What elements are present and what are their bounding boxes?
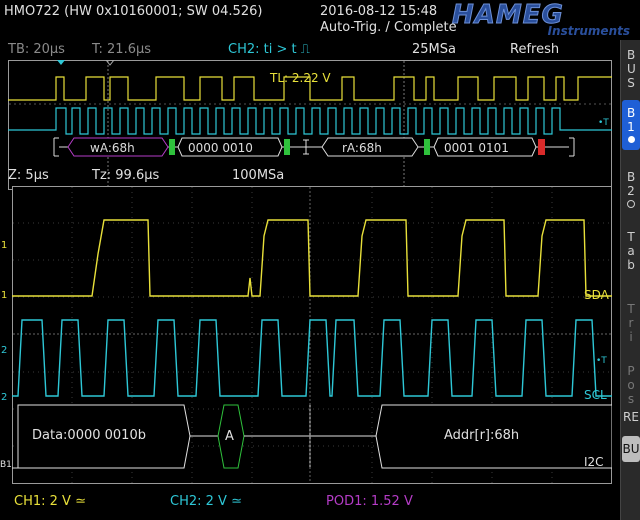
bus-data-frame-label: Data:0000 0010b: [32, 428, 146, 443]
softkey-b2-inactive-icon: [627, 200, 635, 208]
ch1-ground-marker[interactable]: 1: [1, 290, 7, 301]
softkey-bu[interactable]: BU: [622, 436, 640, 462]
ch2-scl-label: SCL: [584, 388, 607, 402]
zoom-sample-rate-readout: 100MSa: [232, 168, 285, 183]
softkey-bus[interactable]: B U S: [622, 48, 640, 90]
model-info: HMO722 (HW 0x10160001; SW 04.526): [4, 4, 263, 19]
logo-subtext: Instruments: [547, 24, 630, 38]
sample-rate-readout: 25MSa: [412, 42, 456, 57]
decode-ack-3: [424, 139, 430, 155]
bus-ack-frame-label: A: [225, 429, 234, 444]
softkey-b2-label: B 2: [627, 170, 636, 198]
softkey-trigger[interactable]: T r i: [622, 298, 640, 348]
trigger-level-label: TL: 2.22 V: [269, 71, 331, 85]
ch1-scale-readout[interactable]: CH1: 2 V ≃: [14, 494, 86, 509]
decode-ack-1: [169, 139, 175, 155]
softkey-bu-label: BU: [622, 442, 640, 456]
softkey-trigger-label: T r i: [627, 302, 635, 344]
decode-data-label-2: 0001 0101: [444, 141, 509, 155]
ch2-scale-readout[interactable]: CH2: 2 V ≃: [170, 494, 242, 509]
acquisition-mode-readout[interactable]: Refresh: [510, 42, 559, 57]
softkey-position-label: P o s: [627, 364, 635, 406]
ch2-marker[interactable]: 2: [1, 345, 7, 356]
ch2-trigger-level-icon: •T: [596, 356, 607, 366]
decode-data-label-1: 0000 0010: [188, 141, 253, 155]
datetime: 2016-08-12 15:48: [320, 4, 438, 19]
decode-ack-2: [284, 139, 290, 155]
softkey-sidebar: B U S B 1 B 2 T a b T r i P o s RE BU: [620, 40, 640, 520]
decode-address-write-label: wA:68h: [90, 141, 135, 155]
trigger-time-readout[interactable]: T: 21.6µs: [92, 42, 151, 57]
softkey-table[interactable]: T a b: [622, 226, 640, 276]
softkey-b1-label: B 1: [627, 106, 636, 134]
acquisition-status: Auto-Trig. / Complete: [320, 20, 457, 35]
pod1-threshold-readout[interactable]: POD1: 1.52 V: [326, 494, 413, 509]
ch1-sda-label: SDA: [584, 288, 610, 302]
ch1-marker[interactable]: 1: [1, 240, 7, 251]
hameg-logo: HAMEG Instruments: [452, 2, 632, 39]
decode-address-read-label: rA:68h: [342, 141, 382, 155]
main-waveform-panel[interactable]: SDA SCL •T Data:0000 0010b A Addr[r]:68h…: [12, 186, 612, 484]
softkey-re[interactable]: RE: [622, 410, 640, 430]
decode-nack-stop: [538, 139, 545, 155]
zoom-time-readout[interactable]: Tz: 99.6µs: [92, 168, 159, 183]
ch2-ground-marker[interactable]: 2: [1, 392, 7, 403]
softkey-b2[interactable]: B 2: [622, 164, 640, 214]
softkey-b1-active-icon: [627, 136, 635, 143]
softkey-re-label: RE: [623, 410, 639, 424]
bus-b1-marker[interactable]: B1: [0, 460, 12, 470]
overview-ch2-level-icon: •T: [598, 118, 609, 128]
zoom-factor-readout[interactable]: Z: 5µs: [8, 168, 49, 183]
softkey-table-label: T a b: [627, 230, 635, 272]
bus-i2c-label: I2C: [584, 455, 604, 469]
timebase-readout[interactable]: TB: 20µs: [8, 42, 65, 57]
trigger-setting-readout[interactable]: CH2: ti > t ⎍: [228, 42, 310, 57]
softkey-bus-label: B U S: [627, 48, 636, 90]
softkey-b1[interactable]: B 1: [622, 100, 640, 150]
bus-address-frame-label: Addr[r]:68h: [444, 428, 519, 443]
softkey-position[interactable]: P o s: [622, 360, 640, 410]
